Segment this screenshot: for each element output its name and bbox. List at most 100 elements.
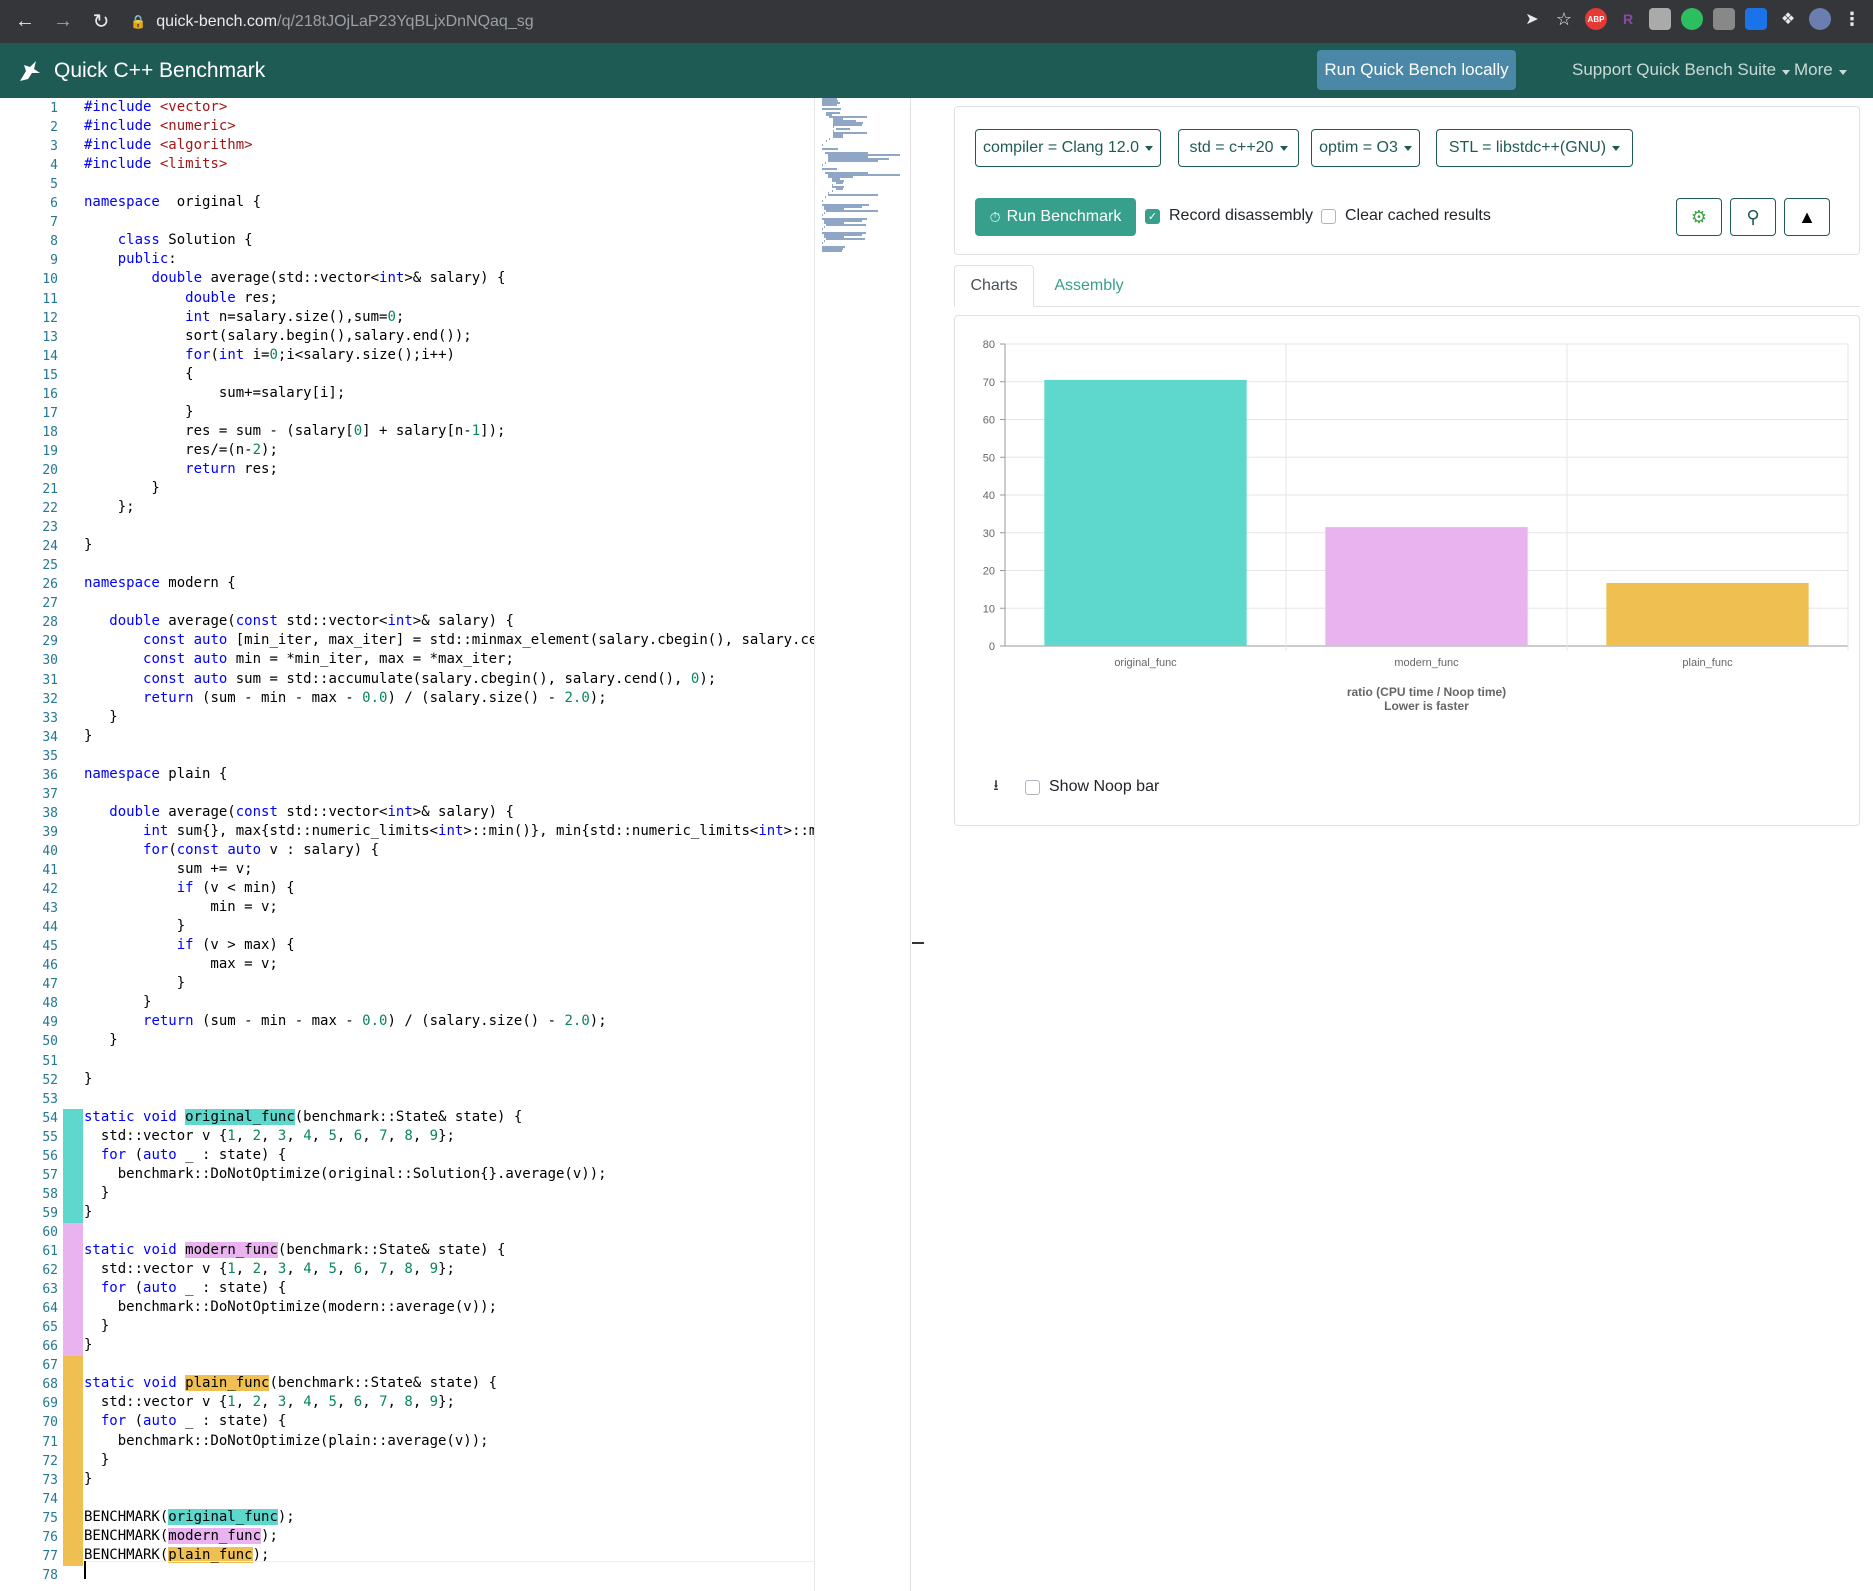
code-token: } bbox=[84, 480, 160, 496]
compiler-explorer-button[interactable]: ⚙ bbox=[1676, 198, 1722, 236]
minimap-line bbox=[831, 190, 833, 192]
app-title[interactable]: Quick C++ Benchmark bbox=[54, 59, 265, 83]
std-select[interactable]: std = c++20 bbox=[1178, 129, 1299, 167]
line-number: 51 bbox=[42, 1053, 58, 1069]
code-token: , bbox=[311, 1394, 329, 1411]
minimap-line bbox=[822, 148, 839, 150]
tab-assembly[interactable]: Assembly bbox=[1044, 265, 1134, 307]
stl-select[interactable]: STL = libstdc++(GNU) bbox=[1436, 129, 1633, 167]
x-tick-label: plain_func bbox=[1682, 657, 1733, 669]
code-token: 1 bbox=[227, 1394, 236, 1411]
line-number: 36 bbox=[42, 767, 58, 783]
code-line: namespace original { bbox=[84, 194, 261, 210]
line-number: 75 bbox=[42, 1510, 58, 1526]
code-token: ( bbox=[126, 1146, 144, 1163]
star-icon[interactable]: ☆ bbox=[1553, 8, 1575, 30]
code-token: ) / (salary.size() - bbox=[387, 1013, 565, 1030]
perf-button[interactable]: ▲ bbox=[1784, 198, 1830, 236]
download-icon[interactable]: ⭳ bbox=[987, 777, 1005, 796]
editor-minimap[interactable] bbox=[820, 98, 910, 253]
code-token: 0 bbox=[353, 422, 363, 439]
code-token: original { bbox=[159, 194, 262, 211]
code-token: auto bbox=[143, 1146, 177, 1163]
record-disassembly-checkbox[interactable]: ✓ Record disassembly bbox=[1145, 207, 1313, 225]
checkbox-unchecked-icon[interactable] bbox=[1321, 208, 1336, 224]
adblock-icon[interactable]: ABP bbox=[1585, 8, 1607, 30]
code-line: } bbox=[84, 480, 160, 496]
code-line: #include <numeric> bbox=[84, 118, 236, 134]
code-token: 0.0 bbox=[362, 1013, 388, 1030]
line-number: 76 bbox=[42, 1529, 58, 1545]
compiler-select[interactable]: compiler = Clang 12.0 bbox=[975, 129, 1161, 167]
code-token: for bbox=[100, 1146, 127, 1163]
editor-scrollbar[interactable] bbox=[910, 98, 911, 1591]
c-extension-icon[interactable] bbox=[1745, 8, 1767, 30]
code-token: modern { bbox=[159, 575, 236, 592]
code-line: for (auto _ : state) { bbox=[84, 1413, 286, 1429]
code-token: const bbox=[143, 632, 186, 649]
code-token: , bbox=[387, 1127, 405, 1144]
code-token: : bbox=[168, 251, 177, 268]
code-line: for (auto _ : state) { bbox=[84, 1147, 286, 1163]
code-token: ]); bbox=[480, 422, 506, 439]
code-token: <limits> bbox=[159, 156, 228, 173]
tab-charts[interactable]: Charts bbox=[954, 265, 1034, 307]
reload-icon[interactable]: ↻ bbox=[88, 9, 114, 35]
code-token: _ : state) { bbox=[176, 1146, 287, 1163]
send-icon[interactable]: ➤ bbox=[1521, 8, 1543, 30]
show-noop-checkbox[interactable]: ⭳ Show Noop bar bbox=[987, 777, 1159, 796]
run-locally-button[interactable]: Run Quick Bench locally bbox=[1317, 50, 1516, 90]
minimap-line bbox=[822, 164, 823, 166]
code-token: ( bbox=[168, 841, 177, 858]
line-number: 46 bbox=[42, 958, 58, 974]
code-line: std::vector v {1, 2, 3, 4, 5, 6, 7, 8, 9… bbox=[84, 1128, 455, 1144]
r-extension-icon[interactable]: R bbox=[1617, 8, 1639, 30]
line-number: 9 bbox=[50, 253, 58, 269]
line-number: 17 bbox=[42, 405, 58, 421]
x-tick-label: modern_func bbox=[1394, 657, 1459, 669]
code-line: sum += v; bbox=[84, 861, 253, 877]
clear-cache-checkbox[interactable]: Clear cached results bbox=[1321, 207, 1491, 225]
code-editor[interactable]: 1 #include <vector> 2 #include <numeric> 3 #i… bbox=[0, 98, 815, 1591]
code-line: } bbox=[84, 708, 118, 725]
text-cursor bbox=[84, 1561, 86, 1579]
code-token: , bbox=[286, 1261, 304, 1278]
translate-icon[interactable] bbox=[1713, 8, 1735, 30]
code-token: 6 bbox=[353, 1127, 363, 1144]
back-arrow-icon[interactable]: ← bbox=[12, 9, 38, 35]
support-menu[interactable]: Support Quick Bench Suite bbox=[1572, 60, 1791, 80]
code-line: } bbox=[84, 1204, 92, 1220]
code-token: ; bbox=[395, 308, 405, 325]
code-token: (v > max) { bbox=[193, 937, 295, 954]
avatar[interactable] bbox=[1809, 8, 1831, 30]
y-tick-label: 70 bbox=[983, 377, 995, 389]
code-highlight-band bbox=[63, 1356, 83, 1566]
forward-arrow-icon[interactable]: → bbox=[50, 9, 76, 35]
code-token: plain_func bbox=[185, 1375, 270, 1392]
build-bench-button[interactable]: ⚲ bbox=[1730, 198, 1776, 236]
line-number: 40 bbox=[42, 843, 58, 859]
run-benchmark-button[interactable]: ⏱ Run Benchmark bbox=[975, 198, 1136, 236]
more-menu[interactable]: More bbox=[1794, 60, 1847, 80]
puzzle-icon[interactable]: ❖ bbox=[1777, 8, 1799, 30]
code-line: }; bbox=[84, 499, 135, 515]
evernote-icon[interactable] bbox=[1681, 8, 1703, 30]
minimap-line bbox=[835, 188, 843, 190]
code-token: ( bbox=[126, 1280, 144, 1297]
menu-dots-icon[interactable]: ⋮ bbox=[1841, 8, 1863, 30]
code-line: #include <limits> bbox=[84, 156, 227, 172]
checkbox-unchecked-icon[interactable] bbox=[1025, 779, 1040, 795]
code-line: #include <algorithm> bbox=[84, 137, 253, 153]
y-tick-label: 10 bbox=[983, 603, 995, 615]
optim-select[interactable]: optim = O3 bbox=[1311, 129, 1420, 167]
line-number: 11 bbox=[42, 291, 58, 307]
checkbox-checked-icon[interactable]: ✓ bbox=[1145, 208, 1160, 224]
screen-extension-icon[interactable] bbox=[1649, 8, 1671, 30]
code-line: sum+=salary[i]; bbox=[84, 385, 345, 401]
code-line: double res; bbox=[84, 290, 278, 306]
line-number: 32 bbox=[42, 691, 58, 707]
code-token: } bbox=[84, 708, 118, 725]
app-navbar: Quick C++ Benchmark Run Quick Bench loca… bbox=[0, 43, 1873, 98]
split-resize-handle[interactable] bbox=[912, 942, 924, 944]
